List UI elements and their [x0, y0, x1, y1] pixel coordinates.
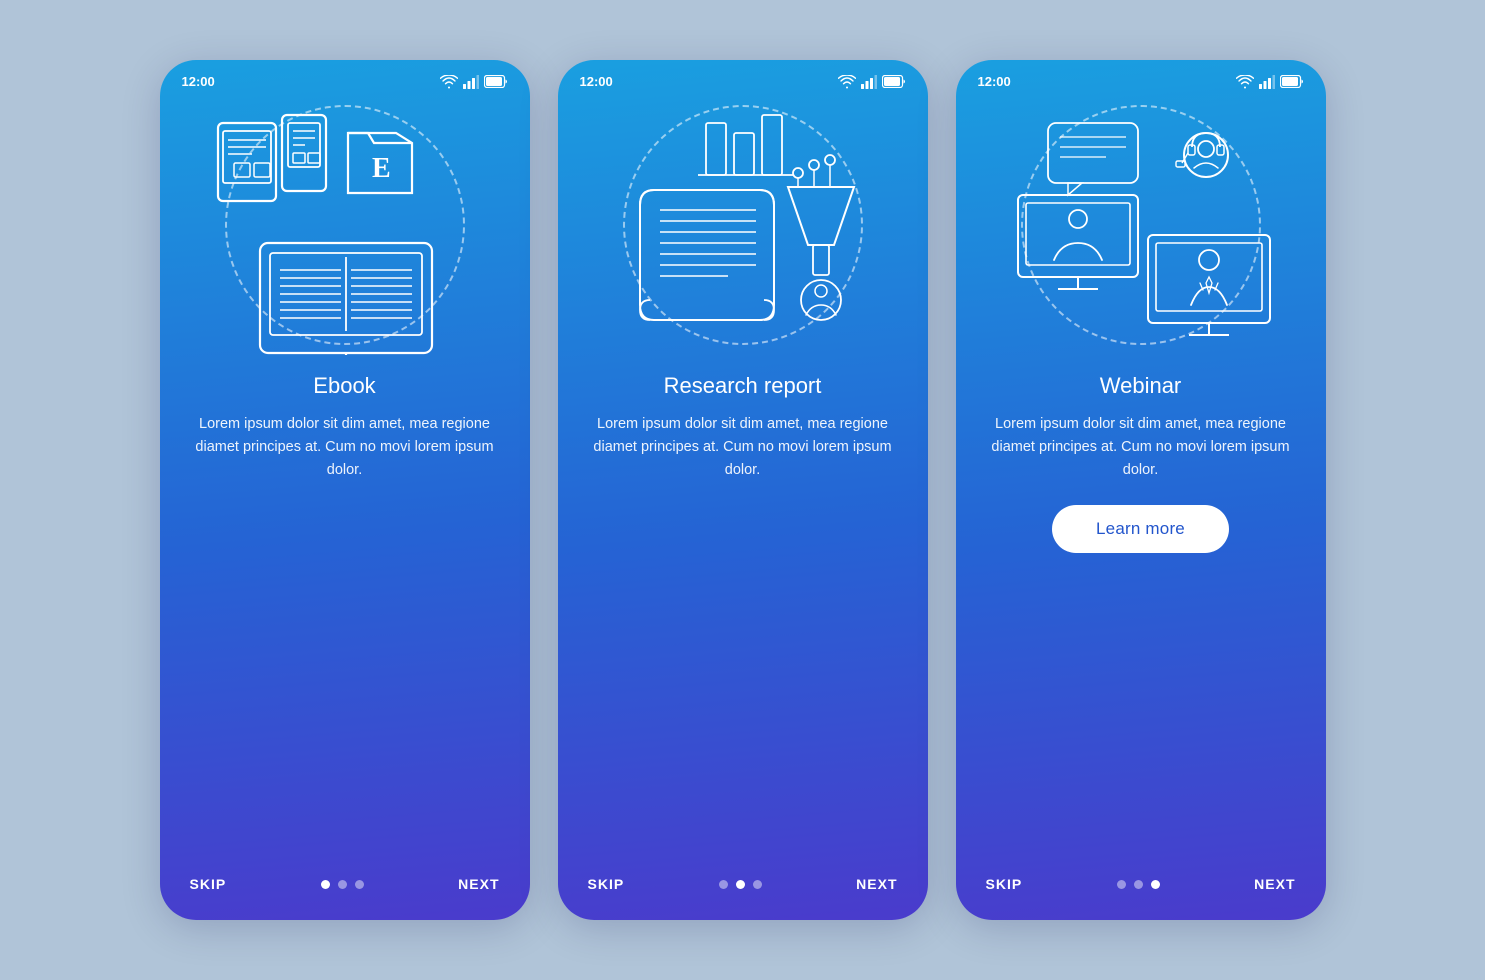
- research-skip-button[interactable]: SKIP: [588, 876, 625, 892]
- research-content: Research report Lorem ipsum dolor sit di…: [558, 355, 928, 876]
- learn-more-button[interactable]: Learn more: [1052, 505, 1229, 553]
- ebook-screen: 12:00: [160, 60, 530, 920]
- dot-1: [719, 880, 728, 889]
- webinar-icon-area: [956, 95, 1326, 355]
- ebook-body: Lorem ipsum dolor sit dim amet, mea regi…: [188, 413, 502, 483]
- research-body: Lorem ipsum dolor sit dim amet, mea regi…: [586, 413, 900, 483]
- ebook-title: Ebook: [313, 373, 375, 399]
- signal-icon: [463, 75, 479, 89]
- webinar-title: Webinar: [1100, 373, 1182, 399]
- time-2: 12:00: [580, 74, 613, 89]
- time-1: 12:00: [182, 74, 215, 89]
- ebook-skip-button[interactable]: SKIP: [190, 876, 227, 892]
- research-dots: [719, 880, 762, 889]
- webinar-body: Lorem ipsum dolor sit dim amet, mea regi…: [984, 413, 1298, 483]
- signal-icon-3: [1259, 75, 1275, 89]
- research-title: Research report: [664, 373, 822, 399]
- status-bar-3: 12:00: [956, 60, 1326, 95]
- ebook-bottom-nav: SKIP NEXT: [160, 876, 530, 920]
- research-bottom-nav: SKIP NEXT: [558, 876, 928, 920]
- wifi-icon-3: [1236, 75, 1254, 89]
- ebook-icon-area: E: [160, 95, 530, 355]
- webinar-content: Webinar Lorem ipsum dolor sit dim amet, …: [956, 355, 1326, 876]
- status-icons-1: [440, 75, 508, 89]
- ebook-dots: [321, 880, 364, 889]
- dot-2-active: [736, 880, 745, 889]
- dot-3: [355, 880, 364, 889]
- dot-1: [1117, 880, 1126, 889]
- webinar-bottom-nav: SKIP NEXT: [956, 876, 1326, 920]
- battery-icon-3: [1280, 75, 1304, 88]
- wifi-icon: [440, 75, 458, 89]
- ebook-content: Ebook Lorem ipsum dolor sit dim amet, me…: [160, 355, 530, 876]
- research-next-button[interactable]: NEXT: [856, 876, 897, 892]
- wifi-icon-2: [838, 75, 856, 89]
- status-icons-3: [1236, 75, 1304, 89]
- status-bar-1: 12:00: [160, 60, 530, 95]
- dashed-circle-2: [623, 105, 863, 345]
- battery-icon: [484, 75, 508, 88]
- dot-2: [338, 880, 347, 889]
- dashed-circle-3: [1021, 105, 1261, 345]
- dot-3-active: [1151, 880, 1160, 889]
- status-bar-2: 12:00: [558, 60, 928, 95]
- webinar-dots: [1117, 880, 1160, 889]
- status-icons-2: [838, 75, 906, 89]
- dashed-circle-1: [225, 105, 465, 345]
- ebook-next-button[interactable]: NEXT: [458, 876, 499, 892]
- webinar-skip-button[interactable]: SKIP: [986, 876, 1023, 892]
- time-3: 12:00: [978, 74, 1011, 89]
- research-screen: 12:00: [558, 60, 928, 920]
- dot-3: [753, 880, 762, 889]
- dot-1-active: [321, 880, 330, 889]
- dot-2: [1134, 880, 1143, 889]
- research-icon-area: [558, 95, 928, 355]
- battery-icon-2: [882, 75, 906, 88]
- webinar-screen: 12:00: [956, 60, 1326, 920]
- screens-container: 12:00: [160, 60, 1326, 920]
- signal-icon-2: [861, 75, 877, 89]
- webinar-next-button[interactable]: NEXT: [1254, 876, 1295, 892]
